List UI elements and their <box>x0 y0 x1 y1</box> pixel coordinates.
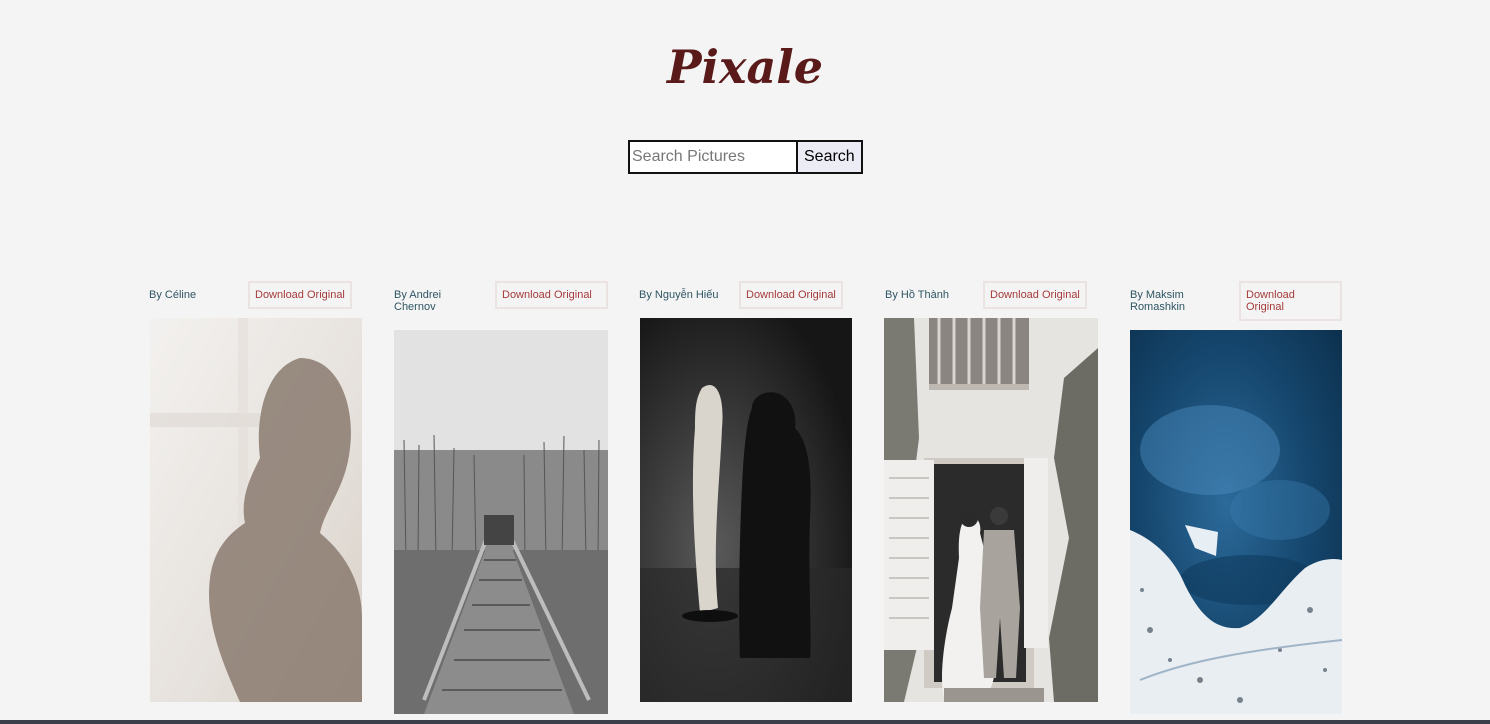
wedding-photo[interactable] <box>884 318 1098 702</box>
search-button[interactable]: Search <box>798 140 863 174</box>
download-original-link[interactable]: Download Original <box>248 281 352 309</box>
download-original-link[interactable]: Download Original <box>495 281 608 309</box>
sculpture-photo[interactable] <box>640 318 852 702</box>
photo-author: By Andrei Chernov <box>394 289 442 313</box>
silhouette-photo[interactable] <box>150 318 362 702</box>
download-original-link[interactable]: Download Original <box>983 281 1087 309</box>
photo-card: By Andrei Chernov Download Original <box>394 281 608 715</box>
aerial-ice-photo[interactable] <box>1130 330 1342 714</box>
boardwalk-photo[interactable] <box>394 330 608 714</box>
photo-card: By Maksim Romashkin Download Original <box>1130 281 1344 715</box>
photo-card: By Nguyễn Hiếu Download Original <box>639 281 854 703</box>
download-original-link[interactable]: Download Original <box>739 281 843 309</box>
download-original-link[interactable]: Download Original <box>1239 281 1342 321</box>
photo-author: By Maksim Romashkin <box>1130 289 1186 313</box>
search-form: Search <box>628 140 863 174</box>
search-input[interactable] <box>628 140 798 174</box>
photo-card: By Céline Download Original <box>149 281 364 703</box>
window-bottom-edge <box>0 720 1490 724</box>
photo-author: By Nguyễn Hiếu <box>639 289 719 301</box>
app-logo[interactable]: Pixale <box>0 40 1490 94</box>
photo-author: By Hồ Thành <box>885 289 950 301</box>
photo-author: By Céline <box>149 289 197 301</box>
photo-card: By Hồ Thành Download Original <box>884 281 1098 703</box>
